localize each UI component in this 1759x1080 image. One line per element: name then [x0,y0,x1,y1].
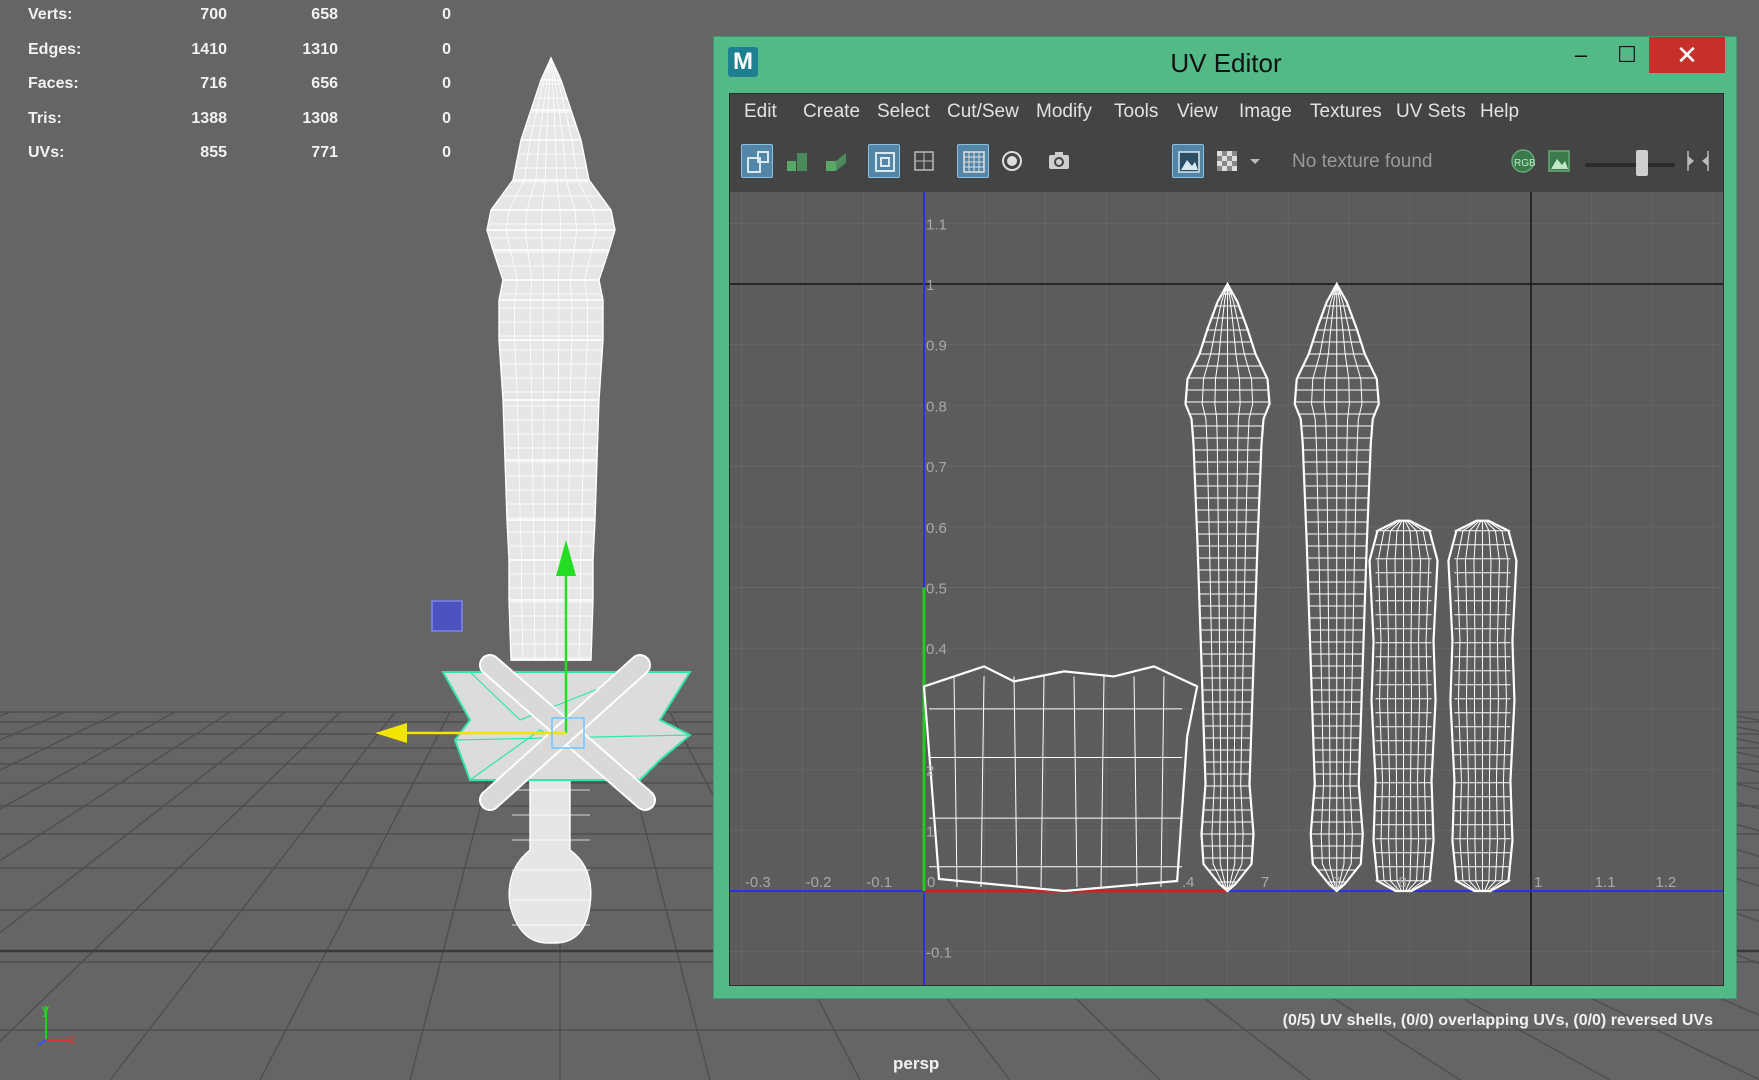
uv-x-tick: 1.2 [1655,874,1676,891]
uv-x-tick: 7 [1261,874,1269,891]
uv-y-tick: 0.5 [926,581,947,598]
uv-y-tick: 1 [926,823,934,840]
hud-value: 716 [200,75,227,92]
menu-uv-sets[interactable]: UV Sets [1396,101,1466,123]
hud-row-tris: Tris: 1388 1308 0 [0,108,460,130]
hud-value: 658 [311,6,338,23]
hud-row-uvs: UVs: 855 771 0 [0,142,460,164]
snapshot-icon[interactable] [1043,144,1075,178]
hud-row-edges: Edges: 1410 1310 0 [0,39,460,61]
uv-toolbar: No texture found RGB [730,134,1723,190]
uv-x-tick: 0 [927,874,935,891]
hud-value: 0 [442,6,451,23]
uv-y-tick: 0.7 [926,459,947,476]
uv-y-tick: -0.1 [926,945,952,962]
maximize-button[interactable]: ☐ [1602,37,1652,73]
uv-editor-window[interactable]: M UV Editor – ☐ ✕ Edit Create Select Cut… [713,36,1738,1029]
dropdown-arrow-icon[interactable] [1244,144,1264,178]
hud-label: UVs: [28,144,65,161]
hud-label: Edges: [28,41,82,58]
hud-value: 1308 [302,110,338,127]
uv-y-tick: 1.1 [926,216,947,233]
uv-x-tick: .8 [1394,874,1407,891]
menu-select[interactable]: Select [877,101,930,123]
uv-y-tick: 0.4 [926,641,947,658]
uv-status-readout: (0/5) UV shells, (0/0) overlapping UVs, … [1282,1012,1713,1029]
uv-texture-space-canvas[interactable]: -0.3 -0.2 -0.1 0.4 7.7.8 1 1.1 1.21.110.90.80.7… [730,192,1723,985]
uv-layout-icon[interactable] [781,144,813,178]
minimize-button[interactable]: – [1556,37,1606,73]
hud-row-faces: Faces: 716 656 0 [0,73,460,95]
camera-name-label: persp [893,1054,940,1073]
close-button[interactable]: ✕ [1649,37,1725,73]
uv-y-tick: 0.9 [926,338,947,355]
exposure-slider[interactable] [1585,163,1675,167]
hud-label: Verts: [28,6,73,23]
hud-value: 0 [442,41,451,58]
hud-row-verts: Verts: 700 658 0 [0,4,460,26]
menu-help[interactable]: Help [1480,101,1519,123]
uv-y-tick: 2 [926,763,934,780]
menu-create[interactable]: Create [803,101,860,123]
uv-editor-panel: Edit Create Select Cut/Sew Modify Tools … [729,93,1724,1029]
axis-y-label: y [42,1001,49,1017]
hud-value: 656 [311,75,338,92]
menu-cut-sew[interactable]: Cut/Sew [947,101,1019,123]
hud-value: 1388 [191,110,227,127]
hud-label: Tris: [28,110,62,127]
menu-tools[interactable]: Tools [1114,101,1158,123]
frame-step-icon[interactable] [1680,144,1716,178]
hud-value: 0 [442,144,451,161]
wireframe-toggle-icon[interactable] [868,144,900,178]
uv-shell-display-icon[interactable] [741,144,773,178]
uv-y-tick: 0.8 [926,398,947,415]
hud-value: 0 [442,75,451,92]
uv-y-tick: 1 [926,277,934,294]
checker-grid-icon[interactable] [957,144,989,178]
menu-view[interactable]: View [1177,101,1218,123]
menu-edit[interactable]: Edit [744,101,777,123]
image-channel-icon[interactable] [1543,144,1575,178]
hud-value: 700 [200,6,227,23]
grid-uv-icon[interactable] [908,144,940,178]
checker-display-icon[interactable] [1211,144,1243,178]
uv-x-tick: 1.1 [1595,874,1616,891]
menu-bar: Edit Create Select Cut/Sew Modify Tools … [730,94,1723,134]
uv-y-tick: 0.6 [926,520,947,537]
hud-value: 771 [311,144,338,161]
uv-x-tick: -0.2 [806,874,832,891]
rgb-channels-icon[interactable]: RGB [1507,144,1539,178]
exposure-slider-handle[interactable] [1636,150,1648,176]
hud-value: 0 [442,110,451,127]
menu-image[interactable]: Image [1239,101,1292,123]
uv-x-tick: .4 [1182,874,1195,891]
uv-x-tick: 1 [1534,874,1542,891]
uv-x-tick: -0.3 [745,874,771,891]
hud-value: 1310 [302,41,338,58]
uv-stack-icon[interactable] [820,144,852,178]
rgb-label: RGB [1514,158,1536,169]
isolate-select-icon[interactable] [996,144,1028,178]
uv-x-tick: -0.1 [866,874,892,891]
title-bar[interactable]: M UV Editor – ☐ ✕ [714,37,1738,89]
menu-textures[interactable]: Textures [1310,101,1382,123]
axis-x-label: x [68,1031,75,1047]
texture-selector[interactable]: No texture found [1292,151,1432,173]
uv-x-tick: .7 [1328,874,1341,891]
hud-value: 1410 [191,41,227,58]
menu-modify[interactable]: Modify [1036,101,1092,123]
image-display-icon[interactable] [1172,144,1204,178]
hud-value: 855 [200,144,227,161]
hud-label: Faces: [28,75,79,92]
